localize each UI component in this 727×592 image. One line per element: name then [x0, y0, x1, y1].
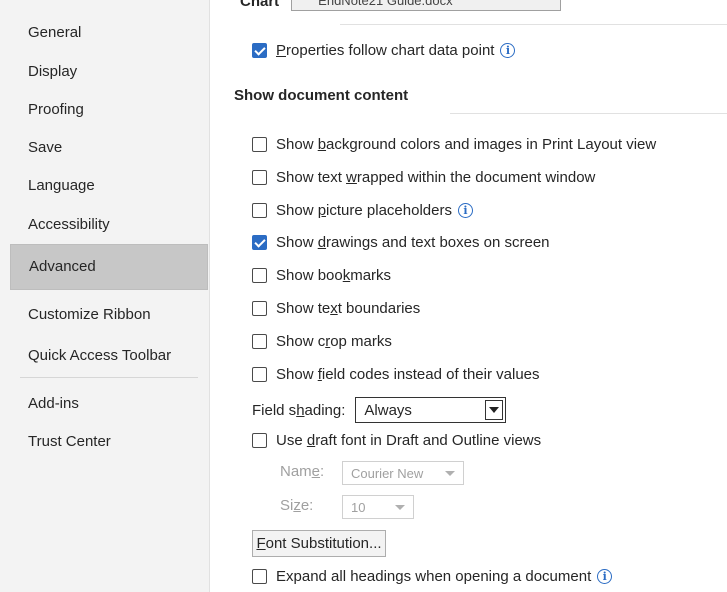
expand-headings-checkbox[interactable] [252, 568, 267, 584]
chart-label: Chart [240, 0, 280, 10]
show-crop-marks-option[interactable]: Show crop marks [252, 329, 392, 353]
sidebar-item-save[interactable]: Save [10, 129, 208, 166]
sidebar-item-quick-access-toolbar[interactable]: Quick Access Toolbar [10, 337, 208, 374]
draft-font-checkbox[interactable] [252, 432, 267, 448]
draft-font-size-label: Si z e: [280, 497, 314, 514]
option-label: Show background colors and images in Pri… [276, 135, 657, 153]
show-bookmarks-option[interactable]: Show bookmarks [252, 263, 391, 287]
option-label: Show picture placeholders [276, 201, 452, 219]
properties-follow-chart-option[interactable]: Properties follow chart data point i [252, 38, 516, 62]
option-label: Show text boundaries [276, 299, 421, 317]
field-shading-value: Always [364, 401, 412, 419]
sidebar-item-proofing[interactable]: Proofing [10, 91, 208, 128]
sidebar-item-advanced[interactable]: Advanced [10, 244, 208, 290]
field-shading-select[interactable]: Always [355, 397, 507, 423]
show-drawings-checkbox[interactable] [252, 234, 267, 250]
field-shading-label: Field shading: [252, 401, 346, 419]
sidebar-item-add-ins[interactable]: Add-ins [10, 385, 208, 422]
show-picture-placeholders-option[interactable]: Show picture placeholders i [252, 198, 473, 222]
font-substitution-button[interactable]: Font Substitution... [252, 530, 386, 557]
section-title: Show document content [234, 87, 409, 104]
properties-follow-chart-checkbox[interactable] [252, 42, 267, 58]
option-label: Properties follow chart data point [276, 41, 495, 59]
draft-font-option[interactable]: Use draft font in Draft and Outline view… [252, 428, 541, 452]
show-field-codes-option[interactable]: Show field codes instead of their values [252, 362, 540, 386]
option-label: Show drawings and text boxes on screen [276, 233, 550, 251]
option-label: Show text wrapped within the document wi… [276, 168, 596, 186]
section-divider [340, 24, 727, 25]
sidebar-item-language[interactable]: Language [10, 167, 208, 204]
option-label: Show field codes instead of their values [276, 365, 540, 383]
draft-font-name-label: Nam e: [280, 463, 325, 480]
expand-headings-option[interactable]: Expand all headings when opening a docum… [252, 564, 613, 588]
show-text-boundaries-checkbox[interactable] [252, 300, 267, 316]
info-icon[interactable]: i [457, 202, 473, 218]
show-drawings-option[interactable]: Show drawings and text boxes on screen [252, 230, 550, 254]
show-bookmarks-checkbox[interactable] [252, 267, 267, 283]
section-divider [450, 113, 727, 114]
option-label: Show bookmarks [276, 266, 392, 284]
chart-row-partial: Chart EndNote21 Guide.docx [240, 0, 562, 11]
info-icon[interactable]: i [597, 568, 613, 584]
option-label: Show crop marks [276, 332, 392, 350]
field-shading-row: Field shading: Always [252, 397, 507, 423]
show-text-wrapped-option[interactable]: Show text wrapped within the document wi… [252, 165, 595, 189]
advanced-options-panel: Chart EndNote21 Guide.docx Properties fo… [210, 0, 727, 592]
sidebar-item-customize-ribbon[interactable]: Customize Ribbon [10, 296, 208, 333]
show-picture-placeholders-checkbox[interactable] [252, 202, 267, 218]
sidebar-item-general[interactable]: General [10, 14, 208, 51]
show-text-boundaries-option[interactable]: Show text boundaries [252, 296, 420, 320]
show-text-wrapped-checkbox[interactable] [252, 169, 267, 185]
chart-document-select[interactable]: EndNote21 Guide.docx [291, 0, 562, 11]
sidebar-divider [20, 377, 198, 378]
sidebar-item-trust-center[interactable]: Trust Center [10, 423, 208, 460]
draft-font-size-select: 10 [342, 495, 414, 519]
option-label: Use draft font in Draft and Outline view… [276, 431, 542, 449]
show-background-colors-checkbox[interactable] [252, 136, 267, 152]
option-label: Expand all headings when opening a docum… [276, 567, 592, 585]
draft-font-name-select: Courier New [342, 461, 464, 485]
info-icon[interactable]: i [500, 42, 516, 58]
show-field-codes-checkbox[interactable] [252, 366, 267, 382]
sidebar-item-accessibility[interactable]: Accessibility [10, 206, 208, 243]
show-crop-marks-checkbox[interactable] [252, 333, 267, 349]
show-background-colors-option[interactable]: Show background colors and images in Pri… [252, 132, 656, 156]
sidebar-item-display[interactable]: Display [10, 53, 208, 90]
chevron-down-icon[interactable] [485, 400, 504, 420]
options-sidebar: General Display Proofing Save Language A… [0, 0, 210, 592]
